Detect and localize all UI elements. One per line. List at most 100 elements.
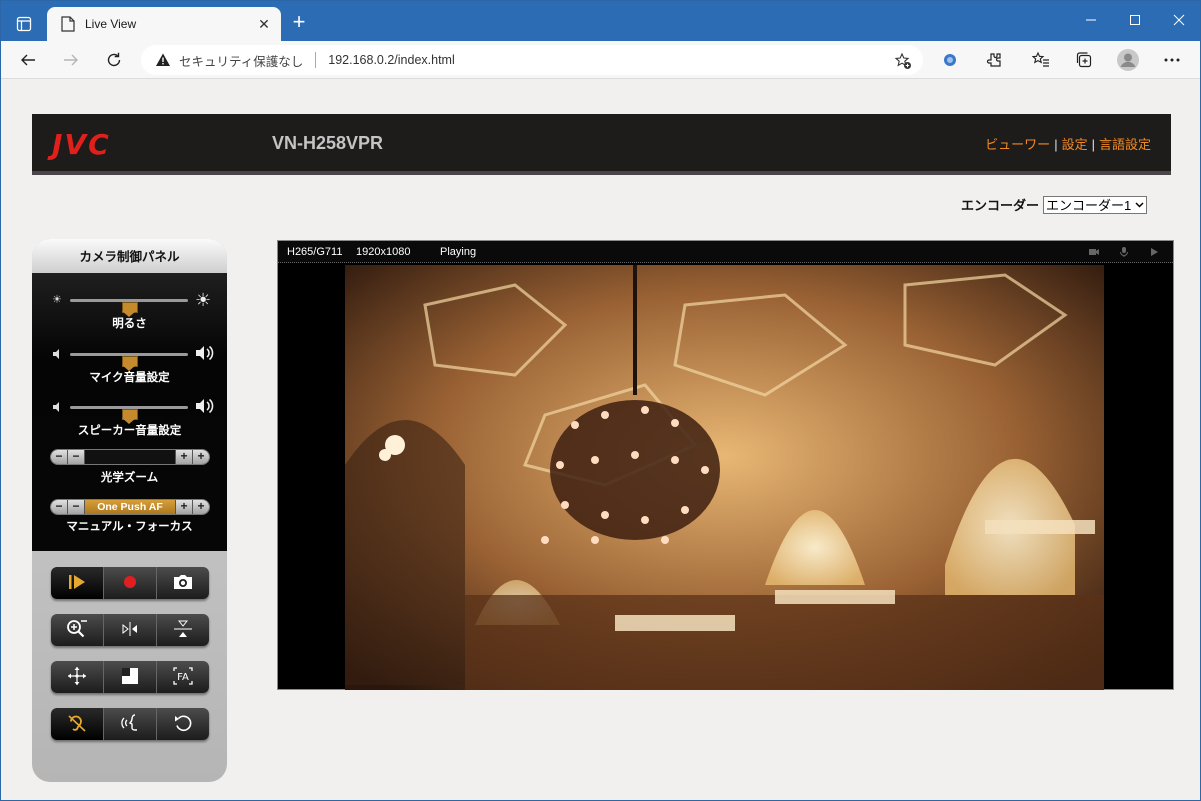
extension-shield-icon[interactable] — [937, 47, 963, 73]
close-window-icon[interactable] — [1157, 5, 1201, 35]
area-button-row: FA — [51, 661, 209, 693]
flip-horizontal-button[interactable] — [104, 614, 157, 646]
nav-settings-link[interactable]: 設定 — [1062, 137, 1088, 152]
camera-status-icon — [1087, 245, 1101, 259]
camera-control-panel: カメラ制御パネル ☀ ☀ 明るさ マイク音量設定 スピーカー音量設定 − − +… — [32, 239, 227, 782]
brightness-high-icon: ☀ — [195, 290, 212, 310]
playback-button-row — [51, 567, 209, 599]
zoom-magnifier-icon — [64, 618, 90, 643]
optical-zoom-bar: − − + + — [50, 449, 210, 465]
zoom-out-fast-button[interactable]: − — [51, 450, 68, 464]
focus-far-fast-button[interactable]: + — [192, 500, 209, 514]
audio-button-row — [51, 708, 209, 740]
speaker-volume-slider[interactable] — [70, 406, 188, 424]
video-status-bar: H265/G711 1920x1080 Playing — [278, 241, 1173, 263]
volume-low-icon — [52, 401, 64, 413]
focus-near-button[interactable]: − — [68, 500, 85, 514]
play-button[interactable] — [51, 567, 104, 599]
listen-button[interactable] — [51, 708, 104, 740]
encoder-selector: エンコーダー エンコーダー1 — [961, 195, 1148, 214]
address-divider — [315, 52, 317, 68]
url-text[interactable]: 192.168.0.2/index.html — [328, 53, 454, 67]
video-state: Playing — [440, 246, 477, 258]
address-bar[interactable]: セキュリティ保護なし 192.168.0.2/index.html — [141, 45, 923, 75]
more-menu-icon[interactable] — [1159, 47, 1185, 73]
speaker-volume-control: スピーカー音量設定 — [32, 396, 227, 446]
image-button-row — [51, 614, 209, 646]
zoom-in-button[interactable]: + — [175, 450, 192, 464]
zoom-indicator — [85, 450, 175, 464]
extensions-icon[interactable] — [981, 47, 1007, 73]
brightness-label: 明るさ — [112, 318, 147, 330]
nav-separator: | — [1054, 137, 1058, 152]
rotate-icon — [170, 712, 196, 737]
close-tab-icon[interactable]: ✕ — [253, 13, 275, 35]
browser-toolbar: セキュリティ保護なし 192.168.0.2/index.html — [1, 41, 1200, 79]
brightness-control: ☀ ☀ 明るさ — [32, 289, 227, 339]
back-icon[interactable] — [13, 45, 43, 75]
minimize-icon[interactable] — [1069, 5, 1113, 35]
camera-feed-image[interactable] — [345, 265, 1104, 690]
digital-zoom-button[interactable] — [51, 614, 104, 646]
flip-horizontal-icon — [117, 618, 143, 643]
speaker-volume-label: スピーカー音量設定 — [77, 425, 182, 437]
snapshot-button[interactable] — [157, 567, 209, 599]
one-push-af-button[interactable]: One Push AF — [85, 500, 175, 514]
mic-volume-control: マイク音量設定 — [32, 343, 227, 393]
page-header: JVC VN-H258VPR ビューワー | 設定 | 言語設定 — [32, 114, 1171, 175]
zoom-in-fast-button[interactable]: + — [192, 450, 209, 464]
browser-window: Live View ✕ + セキュリティ保護なし 192.168.0.2/ind… — [0, 0, 1201, 801]
new-tab-icon[interactable]: + — [289, 11, 309, 35]
chevron-down-icon — [1135, 200, 1144, 210]
ptz-move-button[interactable] — [51, 661, 104, 693]
tab-title: Live View — [85, 17, 137, 31]
zoom-out-button[interactable]: − — [68, 450, 85, 464]
tab-actions-icon[interactable] — [9, 9, 39, 39]
flip-vertical-button[interactable] — [157, 614, 209, 646]
area-select-button[interactable] — [104, 661, 157, 693]
encoder-select[interactable]: エンコーダー1 — [1043, 195, 1148, 214]
maximize-icon[interactable] — [1113, 5, 1157, 35]
top-navigation: ビューワー | 設定 | 言語設定 — [985, 134, 1151, 153]
brightness-slider[interactable] — [70, 299, 188, 317]
security-status[interactable]: セキュリティ保護なし — [179, 51, 303, 70]
microphone-icon — [1117, 245, 1131, 259]
area-icon — [117, 665, 143, 690]
favorites-icon[interactable] — [1028, 47, 1054, 73]
play-status-icon — [1147, 245, 1161, 259]
camera-icon — [170, 571, 196, 596]
camera-panel-controls: ☀ ☀ 明るさ マイク音量設定 スピーカー音量設定 − − + + 光学ズーム … — [32, 273, 227, 551]
volume-high-icon — [195, 396, 217, 418]
volume-high-icon — [195, 343, 217, 365]
record-button[interactable] — [104, 567, 157, 599]
nav-viewer-link[interactable]: ビューワー — [985, 137, 1050, 152]
talk-button[interactable] — [104, 708, 157, 740]
manual-focus-bar: − − One Push AF + + — [50, 499, 210, 515]
video-resolution: 1920x1080 — [356, 246, 411, 258]
focus-near-fast-button[interactable]: − — [51, 500, 68, 514]
camera-panel-title: カメラ制御パネル — [32, 239, 227, 273]
model-name: VN-H258VPR — [272, 133, 384, 153]
forward-icon[interactable] — [56, 45, 86, 75]
video-codec: H265/G711 — [287, 246, 343, 258]
mic-volume-slider[interactable] — [70, 353, 188, 371]
browser-tab[interactable]: Live View ✕ — [47, 7, 281, 41]
collections-icon[interactable] — [1071, 47, 1097, 73]
warning-icon[interactable] — [155, 52, 171, 68]
add-favorite-icon[interactable] — [893, 51, 913, 71]
optical-zoom-label: 光学ズーム — [100, 472, 159, 484]
focus-far-button[interactable]: + — [175, 500, 192, 514]
profile-avatar[interactable] — [1115, 47, 1141, 73]
rotate-button[interactable] — [157, 708, 209, 740]
record-icon — [117, 571, 143, 596]
jvc-logo: JVC — [52, 128, 111, 161]
face-area-icon: FA — [170, 665, 196, 690]
brightness-low-icon: ☀ — [52, 294, 62, 306]
nav-language-link[interactable]: 言語設定 — [1099, 137, 1151, 152]
nav-separator: | — [1091, 137, 1095, 152]
encoder-selected-value: エンコーダー1 — [1046, 198, 1132, 213]
ear-icon — [64, 712, 90, 737]
face-area-button[interactable]: FA — [157, 661, 209, 693]
live-video-frame[interactable]: H265/G711 1920x1080 Playing — [277, 240, 1174, 690]
reload-icon[interactable] — [99, 45, 129, 75]
